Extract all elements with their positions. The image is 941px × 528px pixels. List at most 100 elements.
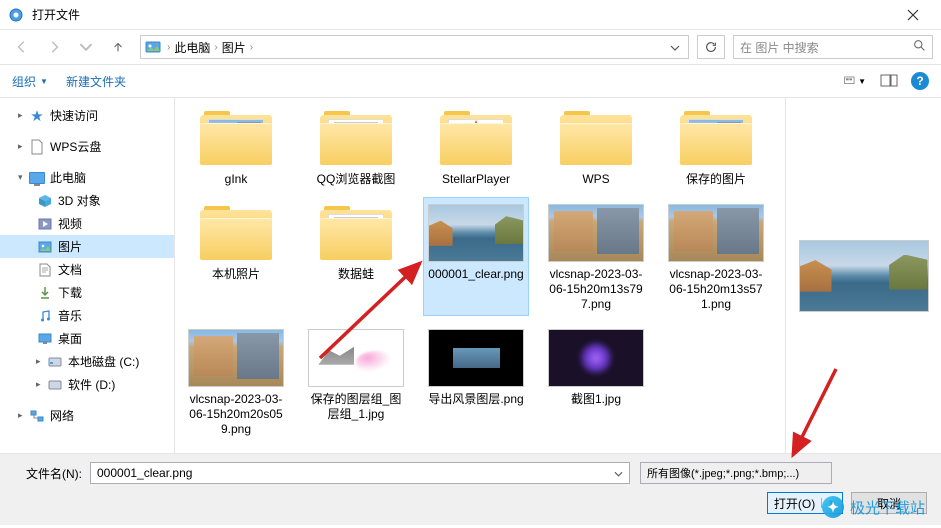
sidebar-videos[interactable]: 视频 [0,212,174,235]
file-list[interactable]: gInk QQ浏览器截图 StellarPlayer WPS 保存的图片本机照片 数据蛙 0… [175,98,785,453]
folder-icon [668,106,764,170]
chevron-right-icon: › [165,42,172,53]
disk-icon [46,377,64,393]
image-thumbnail [188,326,284,390]
sidebar-pictures[interactable]: 图片 [0,235,174,258]
folder-item[interactable]: 数据蛙 [303,197,409,316]
app-icon [8,7,24,23]
new-folder-button[interactable]: 新建文件夹 [66,73,126,90]
file-name-label: vlcsnap-2023-03-06-15h20m13s571.png [667,267,765,312]
image-thumbnail [548,201,644,265]
network-icon [28,408,46,424]
chevron-right-icon: › [212,42,219,53]
recent-dropdown[interactable] [72,35,100,59]
file-name-label: 数据蛙 [338,267,374,282]
image-thumbnail [668,201,764,265]
sidebar-disk-c[interactable]: ▸本地磁盘 (C:) [0,350,174,373]
up-button[interactable] [104,35,132,59]
file-name-label: 000001_clear.png [428,267,523,282]
music-icon [36,308,54,324]
file-item[interactable]: vlcsnap-2023-03-06-15h20m13s571.png [663,197,769,316]
download-icon [36,285,54,301]
cancel-button[interactable]: 取消 [851,492,927,514]
sidebar-wps-cloud[interactable]: ▸WPS云盘 [0,135,174,158]
breadcrumb-folder[interactable]: 图片 [220,39,248,56]
refresh-button[interactable] [697,35,725,59]
search-icon [913,39,926,55]
video-icon [36,216,54,232]
back-button[interactable] [8,35,36,59]
file-name-label: 保存的图片 [686,172,746,187]
folder-icon [308,106,404,170]
file-name-label: vlcsnap-2023-03-06-15h20m13s797.png [547,267,645,312]
help-button[interactable]: ? [911,72,929,90]
main-area: ▸★快速访问 ▸WPS云盘 ▾此电脑 3D 对象 视频 图片 文档 下载 音乐 … [0,98,941,453]
sidebar-music[interactable]: 音乐 [0,304,174,327]
file-name-label: 本机照片 [212,267,260,282]
address-bar[interactable]: › 此电脑 › 图片 › [140,35,689,59]
sidebar-network[interactable]: ▸网络 [0,404,174,427]
document-icon [36,262,54,278]
folder-icon [188,106,284,170]
file-name-label: WPS [582,172,609,187]
pictures-icon [145,39,161,55]
filename-label: 文件名(N): [12,465,82,482]
sidebar-disk-d[interactable]: ▸软件 (D:) [0,373,174,396]
folder-item[interactable]: QQ浏览器截图 [303,102,409,191]
file-item[interactable]: vlcsnap-2023-03-06-15h20m20s059.png [183,322,289,441]
sidebar-3d-objects[interactable]: 3D 对象 [0,189,174,212]
sidebar-desktop[interactable]: 桌面 [0,327,174,350]
chevron-right-icon: › [248,42,255,53]
folder-item[interactable]: gInk [183,102,289,191]
preview-pane [785,98,941,453]
file-item[interactable]: 截图1.jpg [543,322,649,441]
cube-icon [36,193,54,209]
file-item[interactable]: 000001_clear.png [423,197,529,316]
star-icon: ★ [28,108,46,124]
close-button[interactable] [893,0,933,30]
organize-menu[interactable]: 组织▼ [12,73,48,90]
window-title: 打开文件 [32,6,893,23]
folder-icon [188,201,284,265]
folder-item[interactable]: StellarPlayer [423,102,529,191]
file-name-label: vlcsnap-2023-03-06-15h20m20s059.png [187,392,285,437]
folder-item[interactable]: WPS [543,102,649,191]
image-thumbnail [428,326,524,390]
view-mode-button[interactable]: ▼ [843,70,867,92]
address-dropdown[interactable] [666,40,684,54]
folder-icon [308,201,404,265]
sidebar: ▸★快速访问 ▸WPS云盘 ▾此电脑 3D 对象 视频 图片 文档 下载 音乐 … [0,98,175,453]
forward-button[interactable] [40,35,68,59]
file-item[interactable]: 保存的图层组_图层组_1.jpg [303,322,409,441]
open-button[interactable]: 打开(O)▼ [767,492,843,514]
navigation-bar: › 此电脑 › 图片 › 在 图片 中搜索 [0,30,941,64]
folder-icon [548,106,644,170]
pictures-icon [36,239,54,255]
file-item[interactable]: vlcsnap-2023-03-06-15h20m13s797.png [543,197,649,316]
sidebar-quick-access[interactable]: ▸★快速访问 [0,104,174,127]
window-titlebar: 打开文件 [0,0,941,30]
sidebar-downloads[interactable]: 下载 [0,281,174,304]
filename-dropdown[interactable] [614,466,623,480]
toolbar: 组织▼ 新建文件夹 ▼ ? [0,64,941,98]
document-icon [28,139,46,155]
breadcrumb-root[interactable]: 此电脑 [172,39,212,56]
image-thumbnail [548,326,644,390]
image-thumbnail [308,326,404,390]
filename-input[interactable]: 000001_clear.png [90,462,630,484]
folder-item[interactable]: 保存的图片 [663,102,769,191]
computer-icon [28,170,46,186]
file-name-label: 导出风景图层.png [428,392,523,407]
filetype-select[interactable]: 所有图像(*.jpeg;*.png;*.bmp;...) [640,462,832,484]
file-item[interactable]: 导出风景图层.png [423,322,529,441]
search-input[interactable]: 在 图片 中搜索 [733,35,933,59]
sidebar-documents[interactable]: 文档 [0,258,174,281]
folder-icon [428,106,524,170]
sidebar-this-pc[interactable]: ▾此电脑 [0,166,174,189]
file-name-label: 截图1.jpg [571,392,621,407]
file-name-label: StellarPlayer [442,172,510,187]
folder-item[interactable]: 本机照片 [183,197,289,316]
file-name-label: gInk [225,172,248,187]
desktop-icon [36,331,54,347]
preview-pane-button[interactable] [877,70,901,92]
